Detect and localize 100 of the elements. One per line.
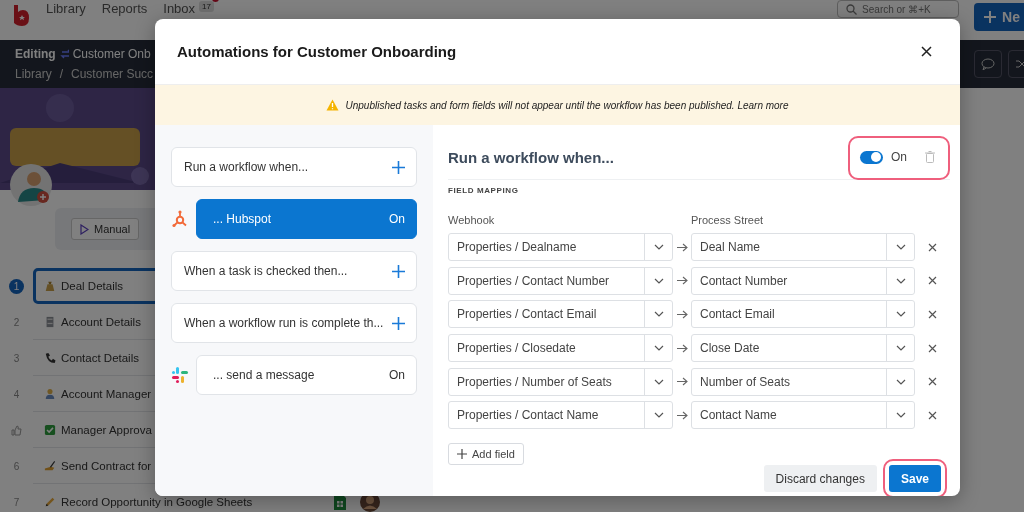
sync-icon <box>59 48 69 60</box>
play-icon <box>80 223 89 235</box>
target-select[interactable]: Number of Seats <box>691 367 915 396</box>
plus-icon <box>392 316 405 330</box>
trigger-label: When a task is checked then... <box>184 264 348 278</box>
remove-icon[interactable] <box>928 309 937 319</box>
toggle-label: On <box>891 150 907 164</box>
nav-link[interactable]: Inbox <box>163 1 196 16</box>
discard-button[interactable]: Discard changes <box>763 465 877 493</box>
arrow-right-icon <box>676 410 688 420</box>
task-title: Account Manager <box>61 387 152 400</box>
trigger-card[interactable]: Run a workflow when... <box>171 147 417 187</box>
close-button[interactable] <box>921 46 932 57</box>
learn-more-link[interactable]: Learn more <box>737 99 789 111</box>
integration-card[interactable]: ... Hubspot On <box>196 199 417 239</box>
search-icon <box>846 4 858 15</box>
target-select[interactable]: Deal Name <box>691 233 915 261</box>
person-icon <box>44 387 56 400</box>
manual-run-button[interactable]: Manual <box>71 218 140 240</box>
warning-icon <box>326 99 340 111</box>
task-title: Deal Details <box>61 280 123 292</box>
phone-icon <box>44 351 56 364</box>
source-select[interactable]: Properties / Closedate <box>448 334 673 363</box>
remove-icon[interactable] <box>928 410 937 420</box>
editing-label: Editing <box>15 47 56 61</box>
step-number: 4 <box>12 387 21 402</box>
arrow-right-icon <box>676 276 688 286</box>
section-heading: FIELD MAPPING <box>448 186 520 195</box>
source-select[interactable]: Properties / Contact Number <box>448 266 673 295</box>
chevron-down-icon <box>653 311 664 318</box>
target-select[interactable]: Contact Name <box>691 401 915 430</box>
chevron-down-icon <box>895 378 906 385</box>
check-icon <box>44 423 56 436</box>
chevron-down-icon <box>653 412 664 419</box>
nav-link[interactable]: Reports <box>101 1 148 16</box>
breadcrumb-separator: / <box>59 67 64 81</box>
task-title: Account Details <box>61 315 141 328</box>
source-select[interactable]: Properties / Contact Email <box>448 300 673 329</box>
integration-label: ... send a message <box>213 368 315 382</box>
remove-icon[interactable] <box>928 343 937 353</box>
target-select[interactable]: Contact Email <box>691 300 915 329</box>
writing-hand-icon <box>44 459 56 472</box>
source-select[interactable]: Properties / Dealname <box>448 233 673 261</box>
nav-link[interactable]: Library <box>46 1 86 16</box>
chevron-down-icon <box>895 345 906 352</box>
dialog-title: Automations for Customer Onboarding <box>177 43 457 60</box>
add-field-button[interactable]: Add field <box>448 443 524 466</box>
warning-message: Unpublished tasks and form fields will not appear until the workflow has been published. Learn more <box>345 99 789 111</box>
trigger-label: When a workflow run is complete th... <box>184 316 384 330</box>
chevron-down-icon <box>653 378 664 385</box>
chevron-down-icon <box>653 277 664 284</box>
arrow-right-icon <box>676 309 688 319</box>
remove-icon[interactable] <box>928 276 937 286</box>
sprocket-icon <box>171 210 189 228</box>
workflow-title: Customer Onb <box>72 47 151 61</box>
chevron-down-icon <box>895 412 906 419</box>
status-label: On <box>389 212 405 226</box>
integration-card[interactable]: ... send a message On <box>196 355 417 395</box>
integration-label: ... Hubspot <box>213 212 272 226</box>
arrow-right-icon <box>676 377 688 387</box>
arrow-right-icon <box>676 343 688 353</box>
task-title: Send Contract for <box>61 459 152 472</box>
logo-icon <box>12 4 30 26</box>
plus-icon <box>457 449 467 460</box>
remove-icon[interactable] <box>928 242 937 252</box>
source-select[interactable]: Properties / Number of Seats <box>448 367 673 396</box>
chevron-down-icon <box>895 244 906 250</box>
plus-icon <box>392 160 405 174</box>
source-select[interactable]: Properties / Contact Name <box>448 401 673 430</box>
plus-icon <box>984 11 997 23</box>
task-title: Contact Details <box>61 351 139 364</box>
user-avatar-icon <box>10 164 52 206</box>
task-title: Record Opportunity in Google Sheets <box>61 495 253 508</box>
chevron-down-icon <box>653 345 664 352</box>
panel-title: Run a workflow when... <box>448 148 614 166</box>
toggle-switch[interactable] <box>860 150 883 164</box>
task-title: Manager Approva <box>61 423 152 436</box>
cabinet-icon <box>44 315 56 328</box>
trigger-card[interactable]: When a workflow run is complete th... <box>171 303 417 343</box>
chevron-down-icon <box>895 277 906 284</box>
target-select[interactable]: Close Date <box>691 334 915 363</box>
pencil-icon <box>44 495 56 508</box>
plus-icon <box>392 264 405 278</box>
remove-icon[interactable] <box>928 377 937 387</box>
bag-icon <box>44 280 56 292</box>
comment-icon <box>981 58 995 70</box>
chevron-down-icon <box>653 244 664 250</box>
thumbs-up-icon <box>11 424 22 436</box>
column-header: Process Street <box>691 214 765 226</box>
chevron-down-icon <box>895 311 906 318</box>
status-label: On <box>389 368 405 382</box>
column-header: Webhook <box>448 214 496 226</box>
save-button[interactable]: Save <box>888 465 941 493</box>
trigger-label: Run a workflow when... <box>184 160 309 174</box>
arrow-right-icon <box>676 242 688 252</box>
trigger-card[interactable]: When a task is checked then... <box>171 251 417 291</box>
target-select[interactable]: Contact Number <box>691 266 915 295</box>
close-icon <box>921 46 932 57</box>
search-field[interactable]: Search or ⌘+K <box>837 0 960 18</box>
step-number: 1 <box>9 278 24 294</box>
